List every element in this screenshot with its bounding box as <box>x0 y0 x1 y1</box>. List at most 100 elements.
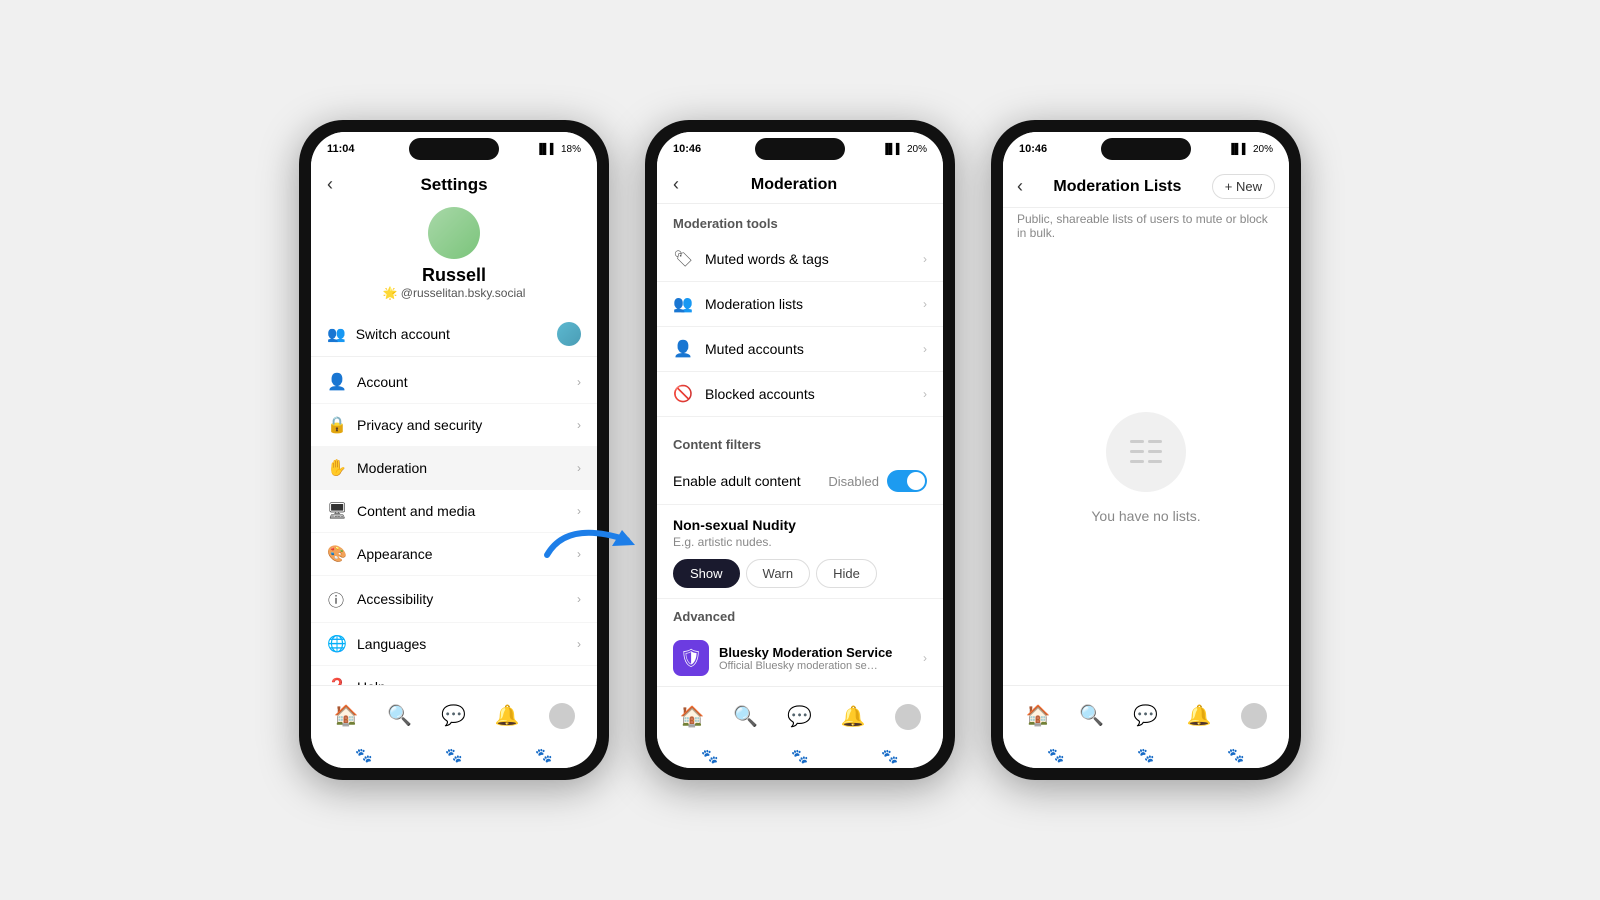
appearance-icon: 🎨 <box>327 544 345 564</box>
switch-account-row[interactable]: 👥 Switch account <box>311 312 597 357</box>
mod-item-blocked-accounts[interactable]: 🚫 Blocked accounts › <box>657 372 943 417</box>
chevron-icon: › <box>923 297 927 311</box>
nudity-button-group: Show Warn Hide <box>673 559 927 588</box>
profile-name: Russell <box>422 265 486 286</box>
bottom-nav-2: 🏠 🔍 💬 🔔 <box>657 686 943 746</box>
people-icon: 👥 <box>327 325 346 343</box>
chevron-icon: › <box>923 252 927 266</box>
nudity-card-desc: E.g. artistic nudes. <box>673 535 927 549</box>
settings-item-languages[interactable]: 🌐 Languages › <box>311 623 597 666</box>
mod-lists-icon: 👥 <box>673 294 693 314</box>
moderation-icon: ✋ <box>327 458 345 478</box>
settings-item-content[interactable]: 🖥 Content and media › <box>311 490 597 533</box>
settings-item-appearance[interactable]: 🎨 Appearance › <box>311 533 597 576</box>
chat-nav-icon-2[interactable]: 💬 <box>787 704 812 729</box>
chevron-icon: › <box>577 592 581 606</box>
service-chevron: › <box>923 651 927 665</box>
moderation-label: Moderation <box>357 460 427 476</box>
nudity-card-title: Non-sexual Nudity <box>673 517 927 533</box>
switch-avatar-mini <box>557 322 581 346</box>
warn-button[interactable]: Warn <box>746 559 811 588</box>
muted-accounts-label: Muted accounts <box>705 341 804 357</box>
chevron-icon: › <box>577 375 581 389</box>
privacy-label: Privacy and security <box>357 417 482 433</box>
moderation-header: ‹ Moderation <box>657 166 943 204</box>
settings-item-account[interactable]: 👤 Account › <box>311 361 597 404</box>
settings-item-privacy[interactable]: 🔒 Privacy and security › <box>311 404 597 447</box>
mod-lists-page-title: Moderation Lists <box>1053 178 1181 196</box>
back-button-3[interactable]: ‹ <box>1017 176 1023 197</box>
status-bar-3: 10:46 ▐▌▌ 20% <box>1003 132 1289 166</box>
signal-icon-2: ▐▌▌ <box>882 144 903 155</box>
nav-avatar-3[interactable] <box>1241 703 1267 729</box>
mod-item-muted-accounts[interactable]: 👤 Muted accounts › <box>657 327 943 372</box>
settings-item-moderation[interactable]: ✋ Moderation › <box>311 447 597 490</box>
notch-pill-1 <box>409 138 499 160</box>
content-icon: 🖥 <box>327 501 345 521</box>
search-nav-icon-3[interactable]: 🔍 <box>1079 703 1104 728</box>
blocked-accounts-icon: 🚫 <box>673 384 693 404</box>
adult-content-switch[interactable] <box>887 470 927 492</box>
profile-section: Russell 🌟 @russelitan.bsky.social <box>311 199 597 312</box>
chat-nav-icon[interactable]: 💬 <box>441 703 466 728</box>
empty-icon-circle <box>1106 412 1186 492</box>
paw-icon-7: 🐾 <box>1047 747 1064 764</box>
status-icons-1: ▐▌▌ 18% <box>536 144 581 155</box>
mod-item-muted-words[interactable]: 🏷 Muted words & tags › <box>657 237 943 282</box>
chevron-icon: › <box>577 461 581 475</box>
bell-nav-icon[interactable]: 🔔 <box>495 703 520 728</box>
battery-3: 20% <box>1253 144 1273 155</box>
home-nav-icon-2[interactable]: 🏠 <box>679 704 704 729</box>
paw-icon-1: 🐾 <box>355 747 372 764</box>
bluesky-moderation-service-row[interactable]: 🛡 Bluesky Moderation Service Official Bl… <box>657 630 943 686</box>
notch-pill-3 <box>1101 138 1191 160</box>
bottom-nav-1: 🏠 🔍 💬 🔔 <box>311 685 597 745</box>
time-1: 11:04 <box>327 143 355 155</box>
status-icons-3: ▐▌▌ 20% <box>1228 144 1273 155</box>
chat-nav-icon-3[interactable]: 💬 <box>1133 703 1158 728</box>
service-name: Bluesky Moderation Service <box>719 645 892 660</box>
home-nav-icon-3[interactable]: 🏠 <box>1025 703 1050 728</box>
account-icon: 👤 <box>327 372 345 392</box>
mod-tools-section-label: Moderation tools <box>657 204 943 237</box>
avatar <box>428 207 480 259</box>
new-list-button[interactable]: + New <box>1212 174 1275 199</box>
accessibility-icon: ⓘ <box>327 587 345 611</box>
adult-content-label: Enable adult content <box>673 473 801 489</box>
nav-avatar[interactable] <box>549 703 575 729</box>
muted-words-icon: 🏷 <box>673 249 693 269</box>
switch-account-label: Switch account <box>356 326 450 342</box>
home-nav-icon[interactable]: 🏠 <box>333 703 358 728</box>
non-sexual-nudity-card: Non-sexual Nudity E.g. artistic nudes. S… <box>657 505 943 599</box>
paw-icon-8: 🐾 <box>1137 747 1154 764</box>
time-2: 10:46 <box>673 143 701 155</box>
search-nav-icon[interactable]: 🔍 <box>387 703 412 728</box>
bottom-nav-3: 🏠 🔍 💬 🔔 <box>1003 685 1289 745</box>
service-desc: Official Bluesky moderation service. htt… <box>719 660 879 672</box>
moderation-page-title: Moderation <box>687 176 901 194</box>
chevron-icon: › <box>923 387 927 401</box>
content-label: Content and media <box>357 503 475 519</box>
back-button-2[interactable]: ‹ <box>673 174 679 195</box>
paw-icon-3: 🐾 <box>535 747 552 764</box>
settings-item-help[interactable]: ❓ Help › <box>311 666 597 685</box>
list-icon <box>1126 432 1166 472</box>
back-button-1[interactable]: ‹ <box>327 174 333 195</box>
bell-nav-icon-2[interactable]: 🔔 <box>841 704 866 729</box>
mod-lists-label: Moderation lists <box>705 296 803 312</box>
bell-nav-icon-3[interactable]: 🔔 <box>1187 703 1212 728</box>
mod-lists-subtitle: Public, shareable lists of users to mute… <box>1003 208 1289 250</box>
signal-icon-3: ▐▌▌ <box>1228 144 1249 155</box>
hide-button[interactable]: Hide <box>816 559 877 588</box>
paw-icon-4: 🐾 <box>701 748 718 765</box>
nav-avatar-2[interactable] <box>895 704 921 730</box>
show-button[interactable]: Show <box>673 559 740 588</box>
signal-icon: ▐▌▌ <box>536 144 557 155</box>
settings-item-accessibility[interactable]: ⓘ Accessibility › <box>311 576 597 623</box>
mod-lists-header: ‹ Moderation Lists + New <box>1003 166 1289 208</box>
paw-row-3: 🐾 🐾 🐾 <box>1003 745 1289 768</box>
appearance-label: Appearance <box>357 546 433 562</box>
mod-item-lists[interactable]: 👥 Moderation lists › <box>657 282 943 327</box>
notch-pill-2 <box>755 138 845 160</box>
search-nav-icon-2[interactable]: 🔍 <box>733 704 758 729</box>
